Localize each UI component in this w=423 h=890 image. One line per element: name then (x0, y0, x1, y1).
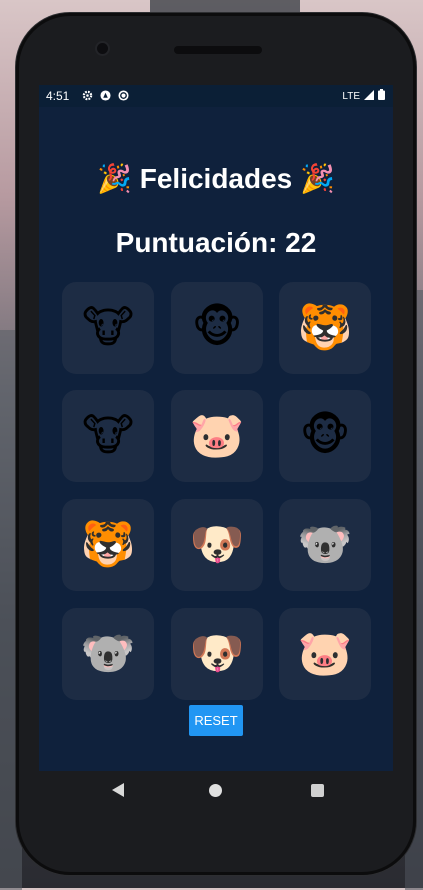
front-camera (97, 43, 108, 54)
gear-icon (81, 89, 93, 101)
pig-icon: 🐷 (189, 410, 245, 461)
card-tile[interactable]: 🐷 (279, 608, 371, 700)
status-time: 4:51 (46, 89, 70, 103)
game-screen: 🎉 Felicidades 🎉 Puntuación: 22 🐮 🐵 🐯 🐮 🐷… (39, 107, 393, 771)
card-grid: 🐮 🐵 🐯 🐮 🐷 🐵 🐯 🐶 🐨 🐨 🐶 🐷 (62, 282, 372, 702)
dog-icon: 🐶 (189, 628, 245, 679)
tiger-icon: 🐯 (80, 519, 136, 570)
sync-icon (117, 89, 129, 101)
card-tile[interactable]: 🐵 (279, 390, 371, 482)
battery-icon (378, 89, 385, 103)
signal-icon (364, 89, 374, 103)
card-tile[interactable]: 🐵 (171, 282, 263, 374)
status-system-icons: LTE (342, 89, 385, 103)
pig-icon: 🐷 (297, 628, 353, 679)
status-bar: 4:51 LTE (39, 85, 393, 107)
dog-icon: 🐶 (189, 519, 245, 570)
recents-icon[interactable] (311, 784, 324, 797)
network-type: LTE (342, 90, 360, 102)
card-tile[interactable]: 🐮 (62, 282, 154, 374)
koala-icon: 🐨 (80, 628, 136, 679)
card-tile[interactable]: 🐯 (279, 282, 371, 374)
card-tile[interactable]: 🐨 (62, 608, 154, 700)
tiger-icon: 🐯 (297, 302, 353, 353)
card-tile[interactable]: 🐨 (279, 499, 371, 591)
card-tile[interactable]: 🐶 (171, 608, 263, 700)
card-tile[interactable]: 🐶 (171, 499, 263, 591)
android-icon (99, 89, 111, 101)
back-icon[interactable] (112, 783, 124, 797)
home-icon[interactable] (209, 784, 222, 797)
reset-button[interactable]: RESET (189, 705, 243, 736)
koala-icon: 🐨 (297, 519, 353, 570)
phone-frame: 4:51 LTE 🎉 Felicidades 🎉 Puntuación: 22 … (16, 13, 416, 875)
cow-icon: 🐮 (81, 302, 135, 353)
card-tile[interactable]: 🐮 (62, 390, 154, 482)
cow-icon: 🐮 (81, 410, 135, 461)
monkey-icon: 🐵 (299, 410, 351, 461)
monkey-icon: 🐵 (191, 302, 243, 353)
navigation-bar (39, 771, 393, 821)
card-tile[interactable]: 🐯 (62, 499, 154, 591)
score-label: Puntuación: 22 (115, 227, 317, 258)
earpiece-speaker (174, 46, 262, 54)
status-notification-icons (81, 89, 129, 101)
phone-screen: 4:51 LTE 🎉 Felicidades 🎉 Puntuación: 22 … (39, 85, 393, 771)
card-tile[interactable]: 🐷 (171, 390, 263, 482)
page-title: 🎉 Felicidades 🎉 (97, 163, 335, 194)
